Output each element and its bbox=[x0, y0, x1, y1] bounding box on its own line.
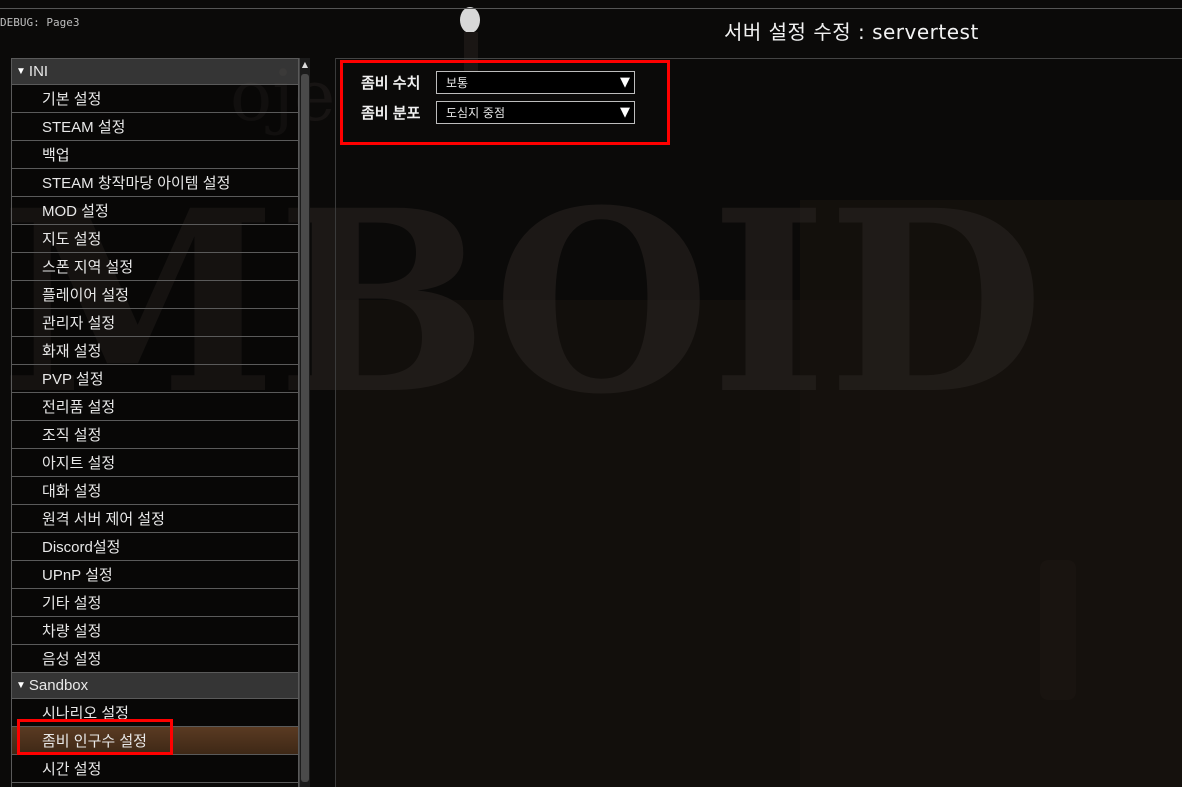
zombie-count-value: 보통 bbox=[446, 76, 469, 90]
group-header-label: Sandbox bbox=[28, 677, 89, 694]
list-item[interactable]: MOD 설정 bbox=[12, 197, 298, 225]
list-item[interactable]: 플레이어 설정 bbox=[12, 281, 298, 309]
list-item[interactable]: 대화 설정 bbox=[12, 477, 298, 505]
list-item[interactable]: PVP 설정 bbox=[12, 365, 298, 393]
triangle-down-icon: ▼ bbox=[16, 680, 26, 691]
list-item[interactable]: 화재 설정 bbox=[12, 337, 298, 365]
group-header-label: INI bbox=[28, 63, 49, 80]
list-item[interactable]: Discord설정 bbox=[12, 533, 298, 561]
list-item[interactable]: 조직 설정 bbox=[12, 421, 298, 449]
page-title: 서버 설정 수정 : servertest bbox=[724, 20, 979, 44]
zombie-distribution-row: 좀비 분포 도심지 중점 ▼ bbox=[361, 101, 635, 124]
zombie-count-label: 좀비 수치 bbox=[361, 75, 421, 92]
highlight-box-selected-item bbox=[17, 719, 173, 755]
list-item[interactable]: STEAM 설정 bbox=[12, 113, 298, 141]
scroll-thumb[interactable] bbox=[301, 74, 309, 782]
list-item[interactable]: 지도 설정 bbox=[12, 225, 298, 253]
triangle-down-icon: ▼ bbox=[16, 66, 26, 77]
triangle-down-icon: ▼ bbox=[620, 75, 630, 90]
group-header-sandbox[interactable]: ▼ Sandbox bbox=[12, 673, 298, 699]
panel-divider bbox=[335, 58, 336, 787]
zombie-count-dropdown[interactable]: 보통 ▼ bbox=[436, 71, 635, 94]
group-header-ini[interactable]: ▼ INI bbox=[12, 59, 298, 85]
zombie-distribution-label: 좀비 분포 bbox=[361, 105, 421, 122]
scrollbar[interactable]: ▲ bbox=[299, 58, 310, 787]
list-item[interactable]: UPnP 설정 bbox=[12, 561, 298, 589]
list-item[interactable]: 차량 설정 bbox=[12, 617, 298, 645]
scroll-up-icon[interactable]: ▲ bbox=[300, 58, 310, 72]
top-border-line bbox=[0, 8, 1182, 9]
triangle-down-icon: ▼ bbox=[620, 105, 630, 120]
list-item[interactable]: 음성 설정 bbox=[12, 645, 298, 673]
list-item[interactable]: STEAM 창작마당 아이템 설정 bbox=[12, 169, 298, 197]
list-item[interactable]: 시간 설정 bbox=[12, 755, 298, 783]
zombie-count-row: 좀비 수치 보통 ▼ bbox=[361, 71, 635, 94]
list-item[interactable]: 기본 설정 bbox=[12, 85, 298, 113]
zombie-distribution-value: 도심지 중점 bbox=[446, 106, 506, 120]
list-item[interactable]: 원격 서버 제어 설정 bbox=[12, 505, 298, 533]
list-item[interactable]: 관리자 설정 bbox=[12, 309, 298, 337]
list-item[interactable]: 기타 설정 bbox=[12, 589, 298, 617]
list-item[interactable]: 전리품 설정 bbox=[12, 393, 298, 421]
settings-category-list: ▼ INI 기본 설정 STEAM 설정 백업 STEAM 창작마당 아이템 설정 MOD … bbox=[11, 58, 299, 787]
list-item[interactable]: 스폰 지역 설정 bbox=[12, 253, 298, 281]
zombie-distribution-dropdown[interactable]: 도심지 중점 ▼ bbox=[436, 101, 635, 124]
zombie-settings-panel: 좀비 수치 보통 ▼ 좀비 분포 도심지 중점 ▼ bbox=[340, 60, 670, 145]
list-item[interactable]: 아지트 설정 bbox=[12, 449, 298, 477]
list-item[interactable]: 백업 bbox=[12, 141, 298, 169]
header-divider bbox=[336, 58, 1182, 59]
debug-label: DEBUG: Page3 bbox=[0, 16, 80, 29]
